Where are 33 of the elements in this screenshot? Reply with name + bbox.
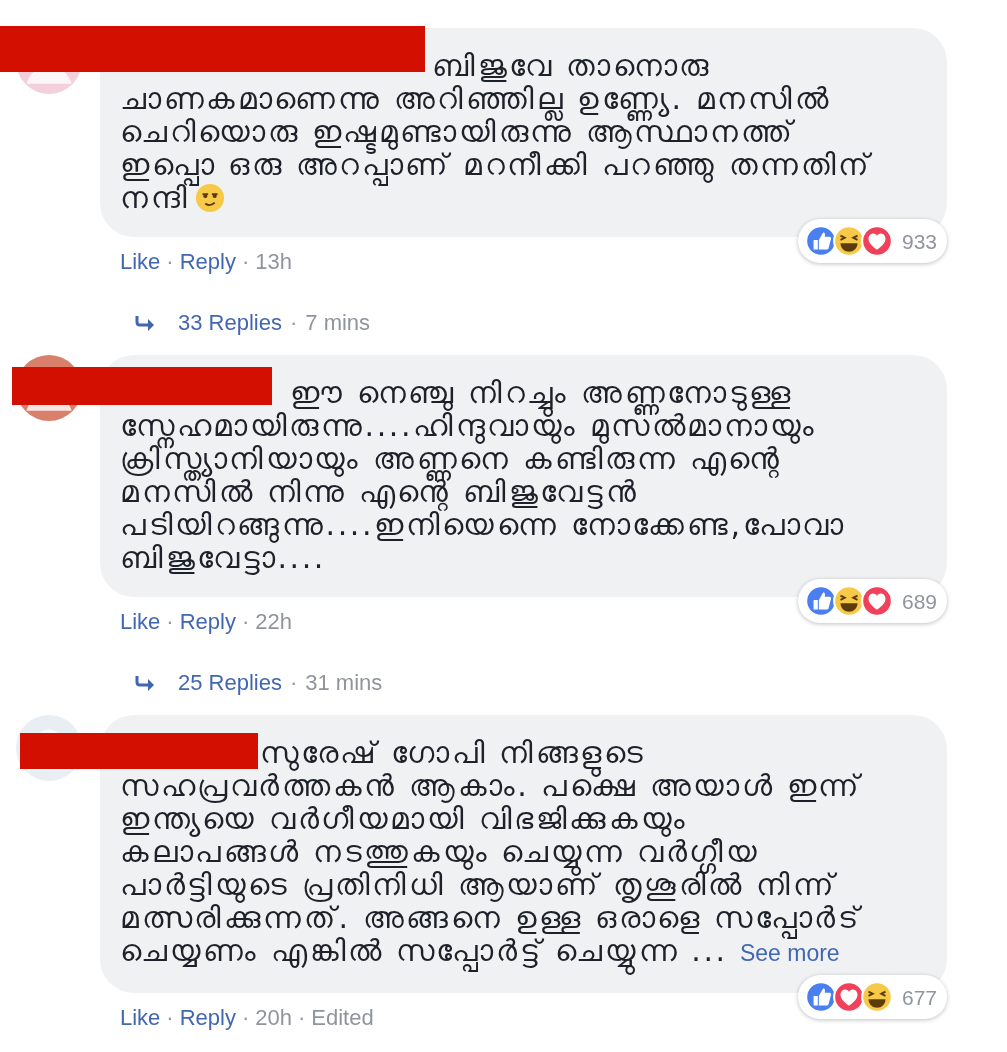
separator-dot: · bbox=[241, 1004, 250, 1032]
separator-dot: · bbox=[298, 1004, 306, 1032]
separator-dot: · bbox=[166, 608, 174, 636]
replies-link[interactable]: 25 Replies bbox=[178, 666, 282, 699]
reactions-summary[interactable]: 677 bbox=[797, 975, 947, 1019]
reply-arrow-icon bbox=[134, 674, 156, 691]
action-link[interactable]: Reply bbox=[179, 245, 236, 278]
separator-dot: · bbox=[241, 248, 250, 276]
reply-time: 31 mins bbox=[305, 669, 383, 697]
separator-dot: · bbox=[166, 1004, 174, 1032]
separator-dot: · bbox=[166, 248, 174, 276]
comment-meta: Edited bbox=[311, 1004, 374, 1032]
action-link[interactable]: Reply bbox=[179, 1001, 236, 1034]
reply-arrow-icon bbox=[134, 314, 156, 331]
action-link[interactable]: Like bbox=[120, 1001, 161, 1034]
replies-link[interactable]: 33 Replies bbox=[178, 306, 282, 339]
comment-meta: 20h bbox=[255, 1004, 292, 1032]
reactions-summary[interactable]: 689 bbox=[797, 579, 947, 623]
reaction-count: 689 bbox=[901, 588, 937, 615]
reaction-count: 933 bbox=[901, 228, 937, 255]
reply-time: 7 mins bbox=[305, 309, 371, 337]
laughing-face-icon bbox=[859, 980, 894, 1014]
reactions-summary[interactable]: 933 bbox=[797, 219, 947, 263]
action-link[interactable]: Like bbox=[120, 245, 161, 278]
reaction-count: 677 bbox=[901, 984, 937, 1011]
comment-meta: 22h bbox=[255, 608, 292, 636]
separator-dot: · bbox=[289, 309, 298, 337]
action-link[interactable]: Like bbox=[120, 605, 161, 638]
comment-meta: 13h bbox=[255, 248, 292, 276]
separator-dot: · bbox=[289, 669, 298, 697]
see-more-link[interactable]: See more bbox=[739, 940, 840, 966]
separator-dot: · bbox=[241, 608, 250, 636]
action-link[interactable]: Reply bbox=[179, 605, 236, 638]
